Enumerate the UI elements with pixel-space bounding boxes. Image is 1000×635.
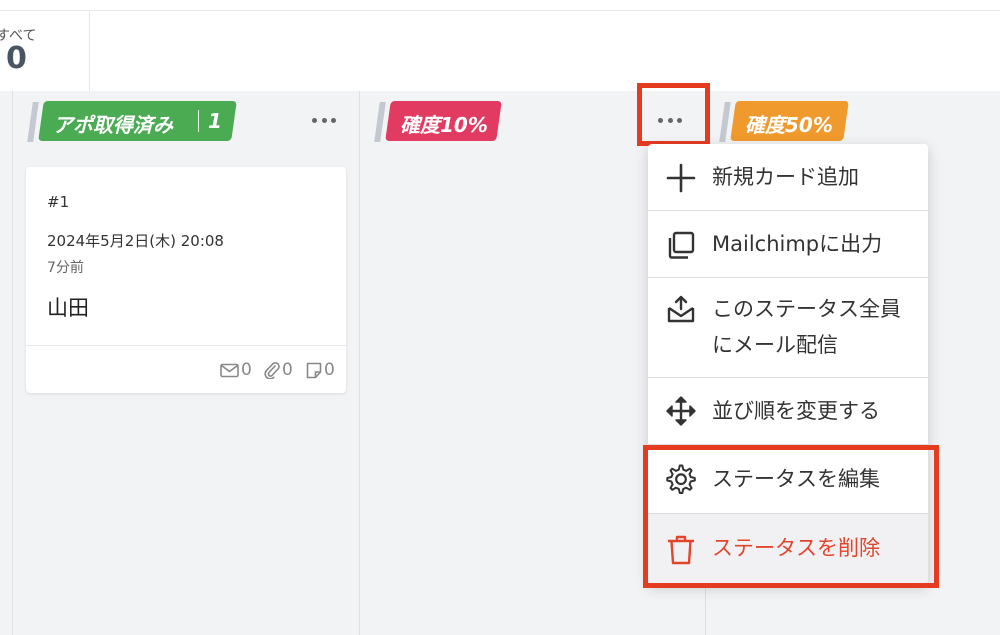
menu-item-export-mailchimp[interactable]: Mailchimpに出力 [648, 211, 928, 278]
memo-count: 0 [306, 360, 335, 380]
plus-icon [666, 163, 696, 193]
divider [0, 10, 1000, 11]
move-icon [666, 396, 696, 426]
copy-icon [668, 231, 695, 259]
mail-count: 0 [220, 360, 252, 380]
status-name: 確度10% [400, 113, 488, 137]
menu-item-reorder[interactable]: 並び順を変更する [648, 378, 928, 445]
column-divider [12, 91, 13, 635]
highlight-box [643, 445, 939, 588]
menu-item-label-line1: このステータス全員 [712, 297, 901, 321]
card-contact-name: 山田 [47, 296, 89, 320]
column-menu-button[interactable] [312, 113, 336, 127]
paperclip-icon [264, 362, 280, 379]
menu-item-label: 並び順を変更する [712, 399, 880, 423]
menu-item-label: 新規カード追加 [712, 165, 859, 189]
menu-item-label-line2: にメール配信 [712, 333, 838, 357]
deal-card[interactable]: #1 2024年5月2日(木) 20:08 7分前 山田 0 0 0 [26, 167, 346, 393]
status-tag-appointment[interactable]: アポ取得済み 1 [27, 101, 240, 142]
menu-item-bulk-email[interactable]: このステータス全員 にメール配信 [648, 278, 928, 378]
card-number: #1 [47, 193, 70, 211]
status-name: アポ取得済み [53, 113, 173, 137]
summary-count: 0 [6, 41, 27, 76]
card-divider [26, 345, 346, 346]
memo-icon [306, 362, 322, 378]
mail-send-icon [667, 295, 695, 323]
status-name: 確度50% [745, 113, 833, 137]
card-date: 2024年5月2日(木) 20:08 [47, 232, 224, 250]
status-tag-10[interactable]: 確度10% [374, 101, 507, 142]
attachment-count: 0 [264, 360, 293, 380]
menu-item-label: Mailchimpに出力 [712, 232, 883, 256]
summary-all[interactable]: すべて 0 [0, 11, 90, 91]
status-count: 1 [208, 109, 222, 133]
summary-bar: すべて 0 [0, 0, 1000, 91]
menu-item-add-card[interactable]: 新規カード追加 [648, 144, 928, 211]
column-divider [359, 91, 360, 635]
highlight-box [637, 83, 710, 146]
mail-icon [220, 363, 239, 377]
status-tag-50[interactable]: 確度50% [719, 101, 852, 142]
card-relative-time: 7分前 [47, 260, 84, 276]
